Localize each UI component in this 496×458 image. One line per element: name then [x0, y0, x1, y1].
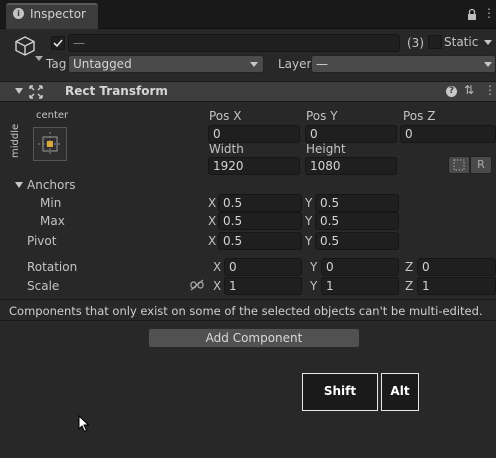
icon-dropdown-caret[interactable] — [35, 56, 43, 61]
dotted-square-icon — [453, 159, 465, 171]
divider — [0, 320, 496, 321]
lock-icon[interactable] — [466, 8, 478, 21]
rot-z-label: Z — [405, 260, 414, 274]
min-y-label: Y — [305, 196, 313, 210]
component-menu-icon[interactable]: ⋮ — [484, 83, 496, 97]
scale-label: Scale — [27, 279, 60, 293]
scale-z-label: Z — [405, 279, 414, 293]
pos-z-label: Pos Z — [403, 109, 436, 123]
rot-x-field[interactable]: 0 — [224, 258, 302, 276]
raw-edit-label: R — [477, 158, 485, 171]
raw-edit-button[interactable]: R — [470, 156, 492, 174]
component-title: Rect Transform — [65, 84, 168, 98]
shift-key-overlay: Shift — [302, 373, 378, 411]
pos-x-field[interactable]: 0 — [208, 125, 300, 143]
rect-transform-icon — [29, 85, 43, 99]
presets-icon[interactable]: ⇅ — [464, 83, 474, 97]
menu-icon[interactable]: ⋮ — [483, 6, 495, 20]
min-x-label: X — [208, 196, 217, 210]
rotation-label: Rotation — [27, 260, 78, 274]
check-icon — [53, 39, 63, 48]
pivot-y-label: Y — [305, 234, 313, 248]
rot-x-label: X — [213, 260, 222, 274]
pos-y-field[interactable]: 0 — [305, 125, 397, 143]
anchor-preset-v-label: middle — [10, 123, 21, 158]
mouse-cursor-icon — [78, 414, 90, 433]
rot-y-label: Y — [310, 260, 318, 274]
anchor-preset-button[interactable] — [33, 127, 67, 161]
foldout-arrow-icon[interactable] — [15, 88, 23, 94]
name-field[interactable]: — — [68, 34, 400, 52]
scale-y-label: Y — [310, 279, 318, 293]
tag-value: Untagged — [73, 57, 132, 71]
min-x-field[interactable]: 0.5 — [218, 194, 302, 212]
scale-x-field[interactable]: 1 — [224, 277, 302, 295]
tag-dropdown-caret — [250, 62, 258, 67]
pos-x-label: Pos X — [209, 109, 242, 123]
selection-count: (3) — [407, 36, 424, 50]
width-field[interactable]: 1920 — [208, 157, 300, 175]
scale-z-field[interactable]: 1 — [417, 277, 496, 295]
layer-dropdown[interactable]: — — [311, 55, 496, 73]
add-component-button[interactable]: Add Component — [148, 328, 360, 348]
rot-y-field[interactable]: 0 — [321, 258, 399, 276]
scale-y-field[interactable]: 1 — [321, 277, 399, 295]
shift-key-label: Shift — [323, 384, 357, 398]
tag-dropdown[interactable]: Untagged — [68, 55, 264, 73]
help-icon[interactable]: ? — [446, 86, 457, 97]
max-x-field[interactable]: 0.5 — [218, 212, 302, 230]
layer-dropdown-caret — [484, 62, 492, 67]
anchor-preset-icon — [38, 132, 62, 156]
scale-x-label: X — [213, 279, 222, 293]
max-y-field[interactable]: 0.5 — [315, 212, 399, 230]
multi-edit-message: Components that only exist on some of th… — [9, 304, 483, 318]
anchors-label: Anchors — [27, 178, 76, 192]
cube-icon — [13, 34, 37, 58]
constrain-proportions-icon[interactable] — [190, 279, 204, 291]
min-label: Min — [40, 196, 62, 210]
tag-label: Tag — [46, 57, 67, 71]
anchors-foldout-icon[interactable] — [15, 182, 23, 188]
pos-y-label: Pos Y — [306, 109, 338, 123]
layer-label: Layer — [278, 57, 312, 71]
alt-key-label: Alt — [390, 384, 410, 398]
static-label: Static — [444, 35, 479, 49]
pivot-x-label: X — [208, 234, 217, 248]
layer-value: — — [316, 57, 328, 71]
width-label: Width — [209, 142, 244, 156]
static-checkbox[interactable] — [428, 35, 442, 49]
anchor-preset-h-label: center — [36, 110, 69, 121]
static-dropdown-caret[interactable] — [484, 40, 492, 45]
blueprint-mode-button[interactable] — [448, 156, 470, 174]
alt-key-overlay: Alt — [381, 373, 419, 411]
divider — [0, 299, 496, 300]
info-icon: i — [13, 8, 24, 19]
max-y-label: Y — [305, 214, 313, 228]
min-y-field[interactable]: 0.5 — [315, 194, 399, 212]
height-label: Height — [306, 142, 346, 156]
pivot-label: Pivot — [27, 234, 57, 248]
pivot-x-field[interactable]: 0.5 — [218, 232, 302, 250]
max-label: Max — [40, 214, 65, 228]
pivot-y-field[interactable]: 0.5 — [315, 232, 399, 250]
tab-inspector-label: Inspector — [30, 7, 86, 21]
add-component-label: Add Component — [205, 331, 303, 345]
height-field[interactable]: 1080 — [305, 157, 397, 175]
max-x-label: X — [208, 214, 217, 228]
rot-z-field[interactable]: 0 — [417, 258, 496, 276]
active-checkbox[interactable] — [51, 36, 65, 50]
pos-z-field[interactable]: 0 — [400, 125, 496, 143]
